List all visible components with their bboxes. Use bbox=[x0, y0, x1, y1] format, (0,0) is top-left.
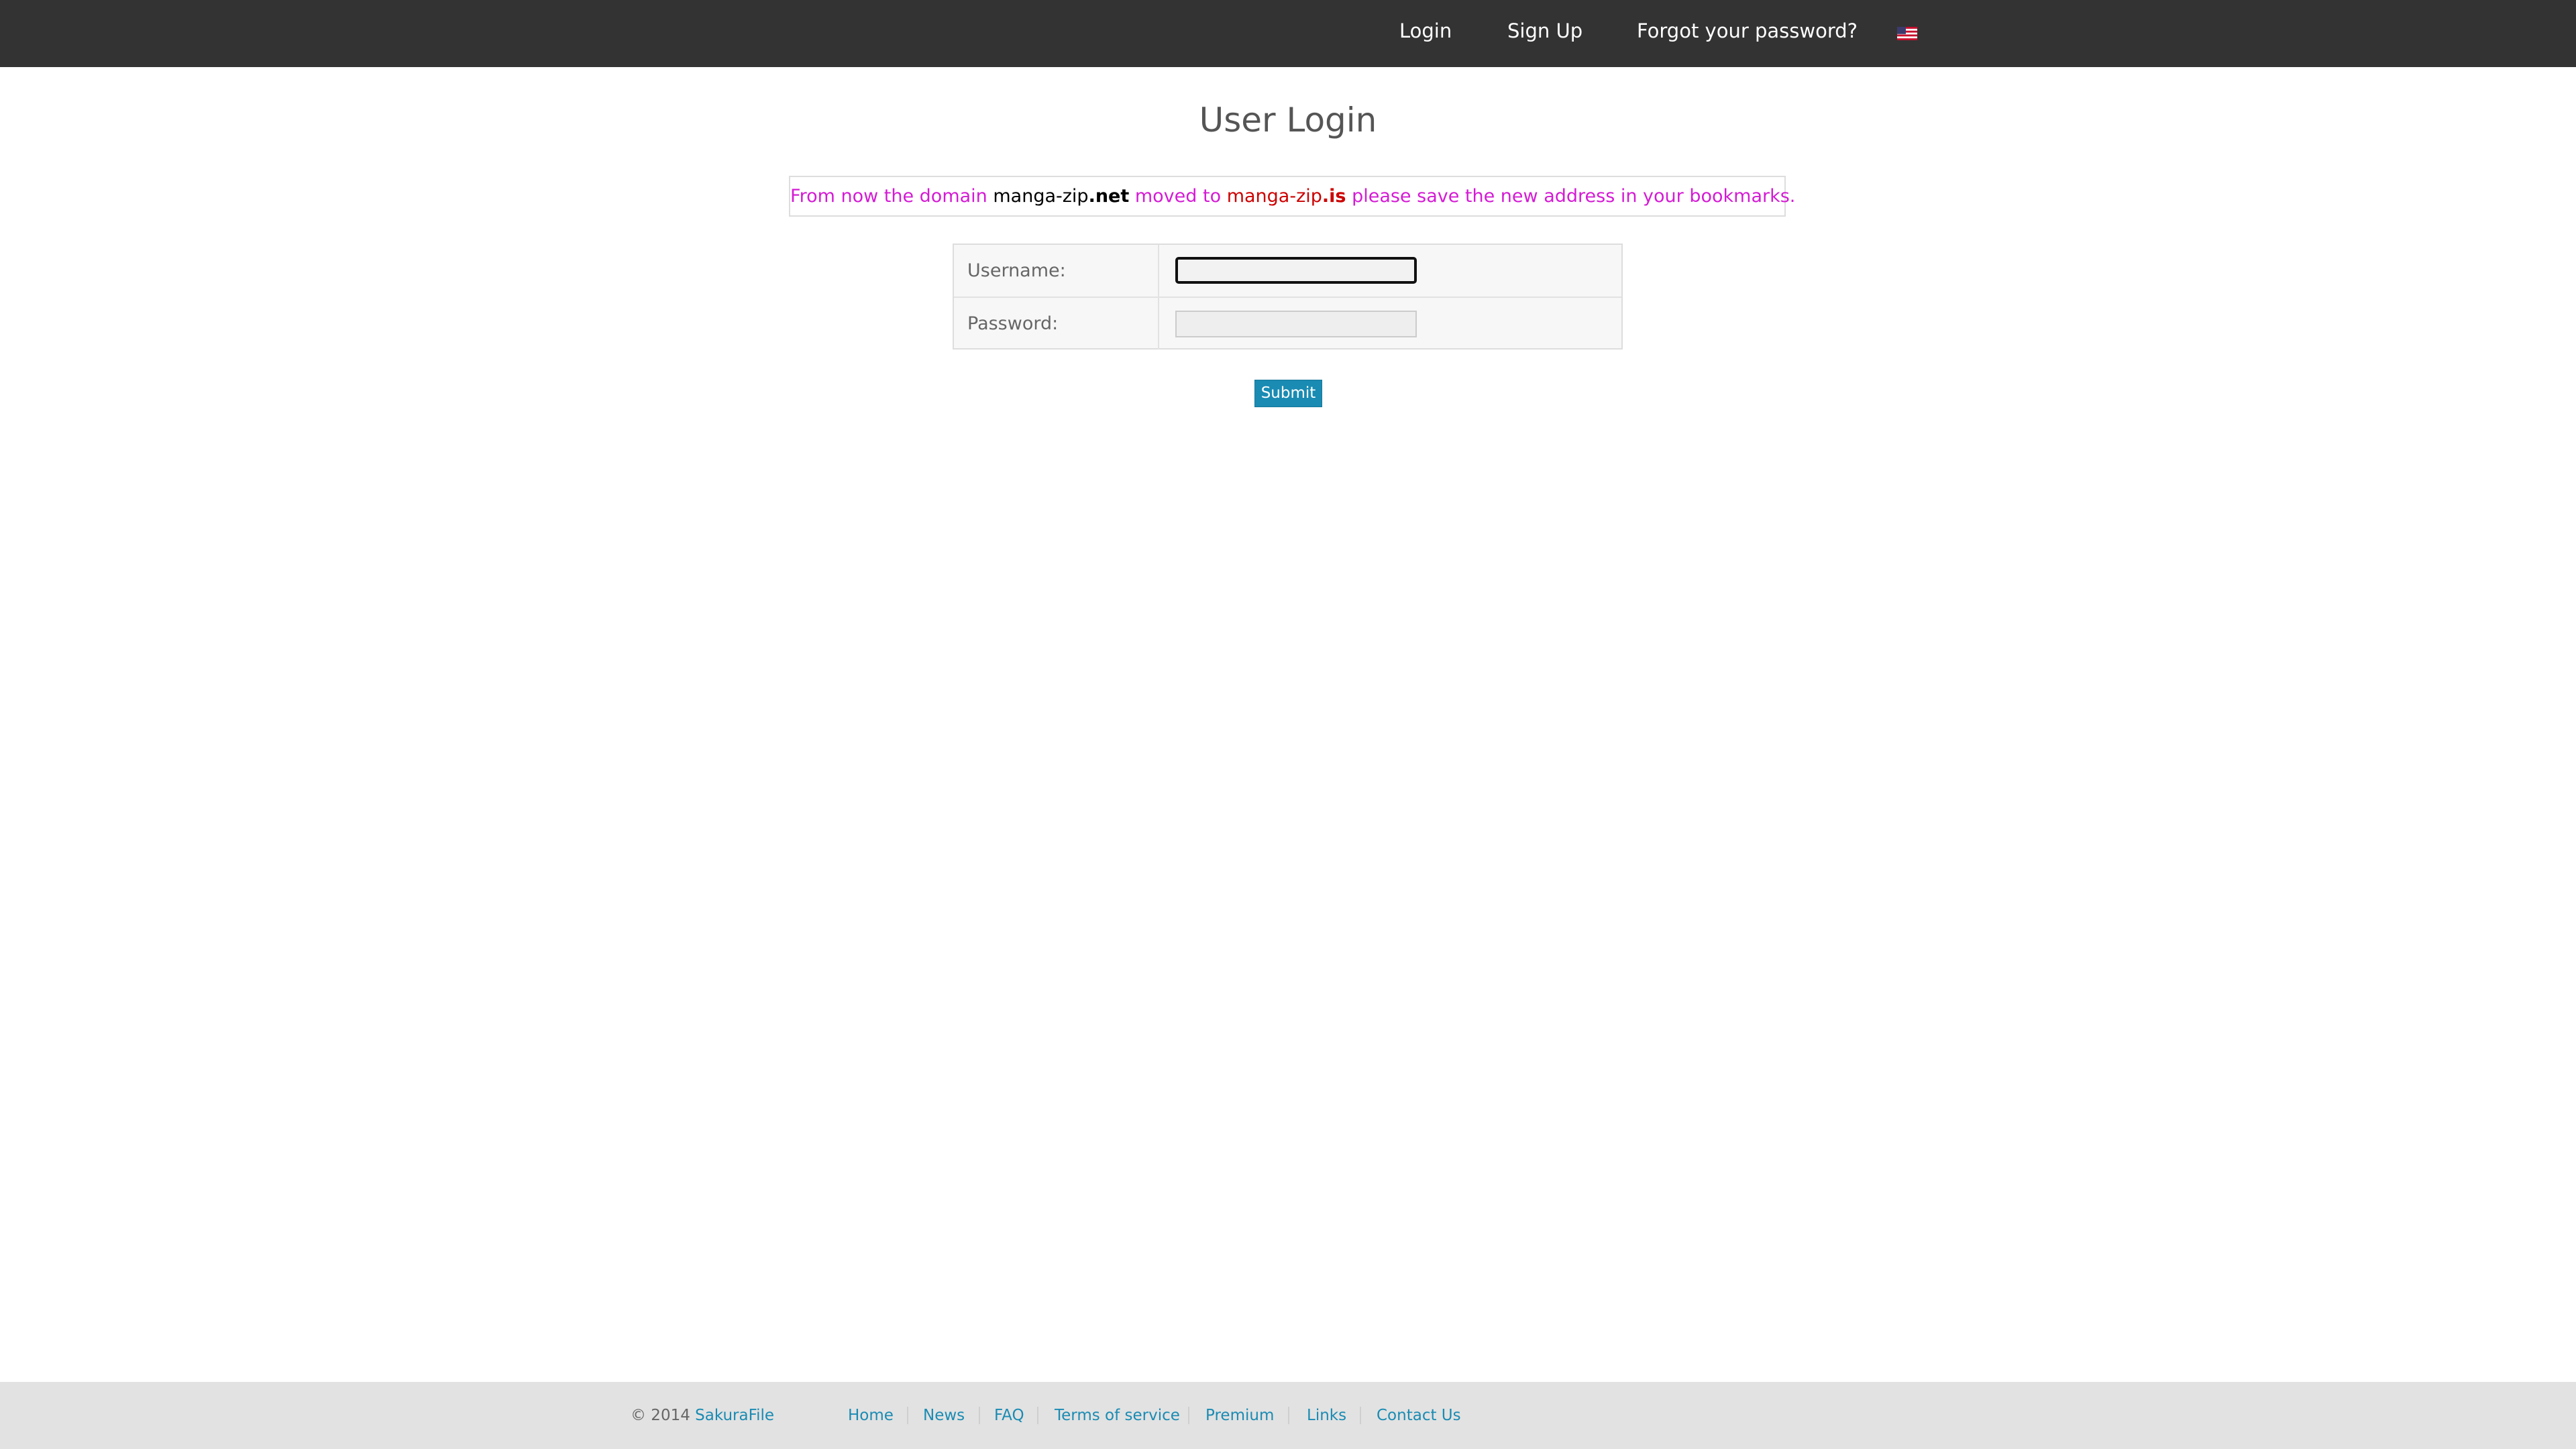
password-row: Password: bbox=[954, 298, 1621, 350]
notice-text-intro: From now the domain bbox=[790, 186, 994, 207]
footer-link-home[interactable]: Home bbox=[848, 1382, 894, 1449]
notice-old-domain-tld: .net bbox=[1088, 186, 1130, 207]
notice-new-domain-tld: .is bbox=[1322, 186, 1346, 207]
footer-link-links[interactable]: Links bbox=[1307, 1382, 1346, 1449]
password-input[interactable] bbox=[1175, 311, 1417, 337]
top-navigation-bar: Login Sign Up Forgot your password? bbox=[0, 0, 2576, 67]
us-flag-icon[interactable] bbox=[1897, 27, 1917, 40]
footer-link-contact[interactable]: Contact Us bbox=[1377, 1382, 1461, 1449]
submit-button[interactable]: Submit bbox=[1254, 380, 1322, 407]
nav-forgot-password-link[interactable]: Forgot your password? bbox=[1637, 0, 1858, 62]
footer-separator bbox=[1188, 1407, 1189, 1424]
nav-login-link[interactable]: Login bbox=[1399, 0, 1452, 62]
notice-text-outro: please save the new address in your book… bbox=[1346, 186, 1796, 207]
copyright-text: © 2014 bbox=[631, 1407, 696, 1424]
footer: © 2014 SakuraFile Home News FAQ Terms of… bbox=[0, 1382, 2576, 1449]
footer-separator bbox=[1037, 1407, 1038, 1424]
username-row: Username: bbox=[954, 245, 1621, 298]
footer-link-news[interactable]: News bbox=[923, 1382, 965, 1449]
footer-separator bbox=[907, 1407, 908, 1424]
username-label: Username: bbox=[954, 245, 1159, 297]
footer-link-faq[interactable]: FAQ bbox=[994, 1382, 1024, 1449]
login-form: Username: Password: bbox=[953, 244, 1623, 350]
notice-old-domain-name: manga-zip bbox=[993, 186, 1089, 207]
nav-signup-link[interactable]: Sign Up bbox=[1507, 0, 1582, 62]
footer-separator bbox=[979, 1407, 980, 1424]
footer-link-premium[interactable]: Premium bbox=[1205, 1382, 1274, 1449]
footer-copyright: © 2014 SakuraFile bbox=[631, 1382, 774, 1449]
page: Login Sign Up Forgot your password? User… bbox=[0, 0, 2576, 1449]
footer-separator bbox=[1360, 1407, 1361, 1424]
username-input[interactable] bbox=[1175, 257, 1417, 284]
footer-separator bbox=[1288, 1407, 1289, 1424]
notice-new-domain-name: manga-zip bbox=[1226, 186, 1322, 207]
domain-moved-notice: From now the domain manga-zip.net moved … bbox=[789, 176, 1795, 217]
notice-text-moved: moved to bbox=[1129, 186, 1227, 207]
page-title: User Login bbox=[1199, 101, 1377, 140]
password-label: Password: bbox=[954, 298, 1159, 350]
footer-brand-link[interactable]: SakuraFile bbox=[695, 1407, 774, 1424]
footer-link-terms[interactable]: Terms of service bbox=[1055, 1382, 1180, 1449]
